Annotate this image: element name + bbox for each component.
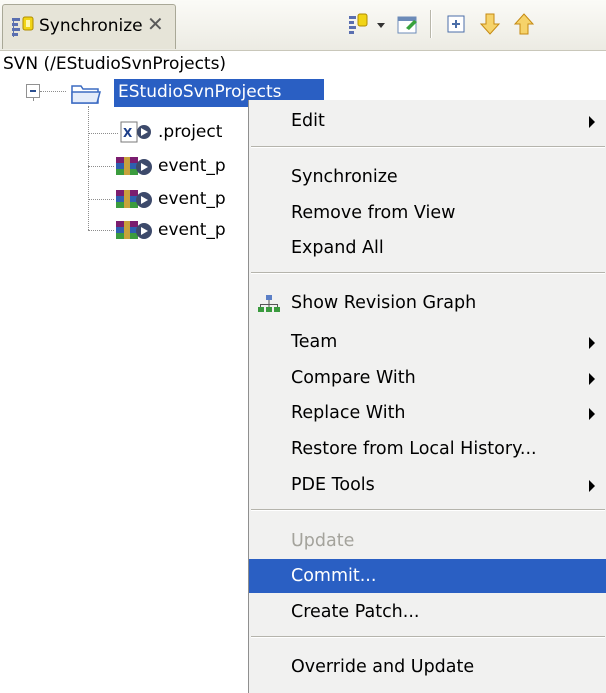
menu-item-label: Restore from Local History... bbox=[291, 439, 537, 459]
folder-icon bbox=[70, 80, 102, 110]
repository-path: SVN (/EStudioSvnProjects) bbox=[3, 54, 227, 74]
toolbar-separator bbox=[430, 10, 432, 38]
archive-outgoing-icon bbox=[114, 153, 154, 185]
submenu-arrow-icon bbox=[589, 373, 595, 385]
tree-item-label: event_p bbox=[158, 189, 226, 209]
menu-item-override-and-update[interactable]: Override and Update bbox=[249, 650, 606, 684]
menu-item-label: Update bbox=[291, 531, 355, 551]
archive-outgoing-icon bbox=[114, 186, 154, 218]
menu-item-label: Remove from View bbox=[291, 203, 456, 223]
synchronize-view-icon bbox=[10, 15, 36, 45]
submenu-arrow-icon bbox=[589, 408, 595, 420]
menu-item-create-patch[interactable]: Create Patch... bbox=[249, 595, 606, 629]
menu-item-commit[interactable]: Commit... bbox=[249, 559, 606, 593]
synchronize-view-tab[interactable]: Synchronize ✕ bbox=[2, 4, 176, 49]
xml-file-outgoing-icon: X bbox=[120, 119, 152, 151]
menu-separator bbox=[251, 509, 605, 511]
expand-all-icon[interactable] bbox=[442, 10, 470, 38]
menu-item-edit[interactable]: Edit bbox=[249, 104, 606, 138]
tree-connector bbox=[88, 133, 118, 134]
svg-text:X: X bbox=[123, 126, 133, 140]
menu-item-update: Update bbox=[249, 524, 606, 558]
tree-connector bbox=[33, 98, 34, 100]
menu-item-label: Override and Update bbox=[291, 657, 475, 677]
revision-graph-icon bbox=[257, 294, 281, 319]
menu-item-remove-from-view[interactable]: Remove from View bbox=[249, 196, 606, 230]
menu-item-compare-with[interactable]: Compare With bbox=[249, 361, 606, 395]
menu-item-pde-tools[interactable]: PDE Tools bbox=[249, 468, 606, 502]
tree-connector bbox=[88, 199, 114, 200]
menu-separator bbox=[251, 272, 605, 274]
synchronize-dropdown-icon[interactable] bbox=[346, 10, 374, 38]
tree-item-label: .project bbox=[158, 122, 223, 142]
archive-outgoing-icon bbox=[114, 217, 154, 249]
collapse-toggle[interactable] bbox=[26, 84, 40, 98]
pin-icon[interactable] bbox=[394, 10, 422, 38]
context-menu: Edit Synchronize Remove from View Expand… bbox=[248, 100, 606, 693]
menu-item-expand-all[interactable]: Expand All bbox=[249, 231, 606, 265]
tree-connector bbox=[40, 91, 66, 92]
menu-item-label: Commit... bbox=[291, 566, 377, 586]
menu-item-label: Create Patch... bbox=[291, 602, 420, 622]
tree-item-label: event_p bbox=[158, 220, 226, 240]
menu-item-label: Show Revision Graph bbox=[291, 293, 477, 313]
menu-item-team[interactable]: Team bbox=[249, 325, 606, 359]
menu-item-label: Replace With bbox=[291, 403, 406, 423]
tree-connector bbox=[88, 166, 114, 167]
tab-label: Synchronize bbox=[39, 16, 143, 36]
menu-separator bbox=[251, 146, 605, 148]
submenu-arrow-icon bbox=[589, 337, 595, 349]
chevron-down-icon[interactable] bbox=[374, 10, 388, 38]
menu-item-label: Expand All bbox=[291, 238, 384, 258]
menu-item-label: PDE Tools bbox=[291, 475, 375, 495]
tree-item-label: event_p bbox=[158, 156, 226, 176]
menu-item-label: Team bbox=[291, 332, 338, 352]
menu-item-show-revision-graph[interactable]: Show Revision Graph bbox=[249, 286, 606, 320]
menu-item-label: Edit bbox=[291, 111, 325, 131]
menu-item-replace-with[interactable]: Replace With bbox=[249, 396, 606, 430]
menu-item-restore-from-local-history[interactable]: Restore from Local History... bbox=[249, 432, 606, 466]
menu-item-label: Synchronize bbox=[291, 167, 398, 187]
menu-separator bbox=[251, 636, 605, 638]
view-toolbar: Synchronize ✕ bbox=[0, 0, 606, 51]
submenu-arrow-icon bbox=[589, 116, 595, 128]
tree-connector bbox=[88, 106, 89, 230]
next-change-icon[interactable] bbox=[476, 10, 504, 38]
previous-change-icon[interactable] bbox=[510, 10, 538, 38]
tree-connector bbox=[88, 230, 114, 231]
menu-item-synchronize[interactable]: Synchronize bbox=[249, 160, 606, 194]
menu-item-label: Compare With bbox=[291, 368, 416, 388]
close-icon[interactable]: ✕ bbox=[147, 14, 164, 34]
submenu-arrow-icon bbox=[589, 480, 595, 492]
